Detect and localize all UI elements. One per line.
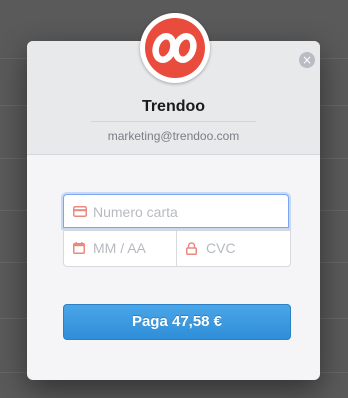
merchant-logo xyxy=(140,13,210,83)
close-icon[interactable]: × xyxy=(299,52,315,68)
merchant-name: Trendoo xyxy=(141,98,206,115)
cvc-placeholder: CVC xyxy=(206,240,236,256)
credit-card-icon xyxy=(73,206,87,217)
cvc-field[interactable]: CVC xyxy=(176,230,291,267)
pay-button[interactable]: Paga 47,58 € xyxy=(63,304,291,340)
calendar-icon xyxy=(73,242,85,254)
merchant-email: marketing@trendoo.com xyxy=(107,129,240,143)
card-number-field[interactable]: Numero carta xyxy=(63,194,289,228)
header-divider xyxy=(91,121,256,122)
expiry-placeholder: MM / AA xyxy=(93,240,146,256)
expiry-field[interactable]: MM / AA xyxy=(63,230,177,267)
logo-icon xyxy=(145,18,205,78)
card-number-placeholder: Numero carta xyxy=(93,204,178,220)
lock-icon xyxy=(186,242,197,255)
